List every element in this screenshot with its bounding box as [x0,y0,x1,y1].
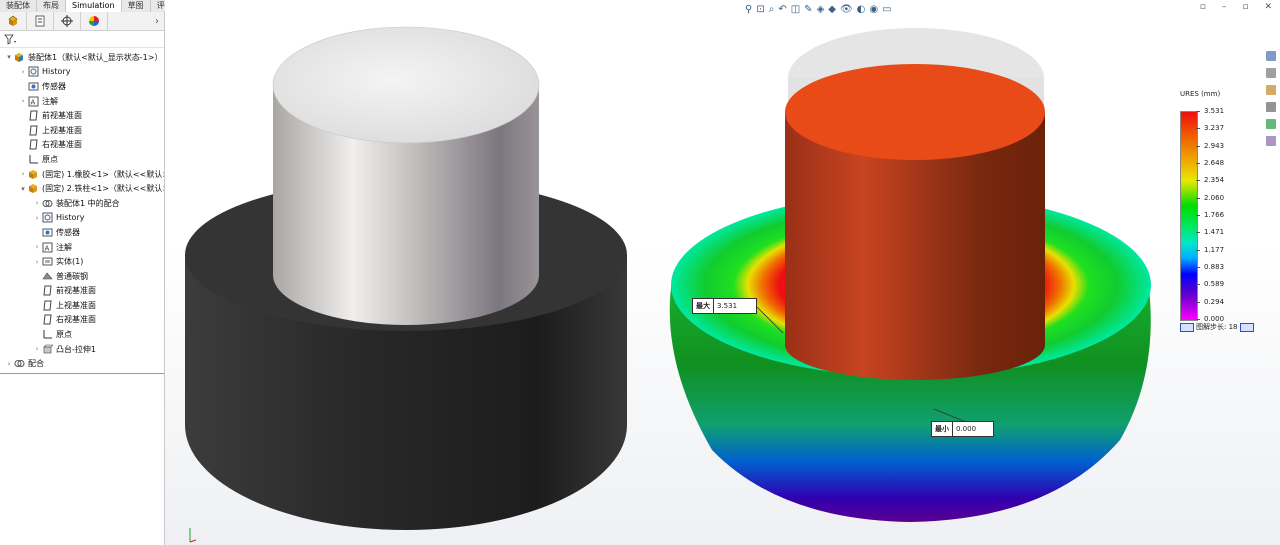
legend-tick [1196,249,1200,251]
legend-value: 2.943 [1204,141,1225,150]
legend-tick [1196,163,1200,164]
legend-value: 2.354 [1204,176,1225,185]
legend-title: URES (mm) [1180,90,1221,98]
legend-tick [1196,215,1200,216]
legend-tick [1196,111,1200,112]
legend-tick [1196,145,1200,147]
legend-value: 0.883 [1204,263,1225,271]
min-probe-value: 0.000 [956,425,977,433]
legend-tick [1196,301,1200,303]
deformed-column-top [785,64,1045,160]
legend-value: 0.589 [1204,280,1225,289]
3d-scene [185,26,1151,543]
legend-options-icon[interactable] [1180,322,1194,332]
legend-tick [1196,319,1200,320]
legend-tick [1196,267,1200,268]
legend-footer: 图解步长: 18 [1180,322,1254,332]
legend-value: 3.531 [1204,107,1225,115]
legend-tick [1196,180,1200,182]
min-probe-label[interactable]: 最小 0.000 [931,421,994,437]
max-probe-value: 3.531 [717,302,738,310]
legend-tick [1196,197,1200,199]
legend-value: 1.471 [1204,228,1225,237]
displacement-result-plot[interactable] [669,28,1151,522]
legend-tick [1196,284,1200,286]
result-legend[interactable]: URES (mm) 3.531 3.237 2.943 2.648 2.354 2.060… [1180,90,1270,332]
legend-value: 3.237 [1204,124,1225,133]
max-probe-key: 最大 [693,299,714,313]
legend-value: 1.177 [1204,245,1225,254]
legend-value: 2.648 [1204,159,1225,167]
legend-value: 0.294 [1204,297,1225,306]
legend-tick [1196,232,1200,234]
legend-step-stepper-icon[interactable] [1239,322,1254,332]
steel-column-top [272,26,540,144]
undeformed-model[interactable] [185,26,627,530]
legend-color-bar [1180,111,1198,321]
min-probe-key: 最小 [932,422,953,436]
legend-value: 1.766 [1204,211,1225,219]
coordinate-triad-icon [189,528,197,543]
legend-tick [1196,128,1200,130]
legend-value: 2.060 [1204,193,1225,202]
max-probe-label[interactable]: 最大 3.531 [692,298,757,314]
legend-step-label: 图解步长: 18 [1196,323,1238,331]
